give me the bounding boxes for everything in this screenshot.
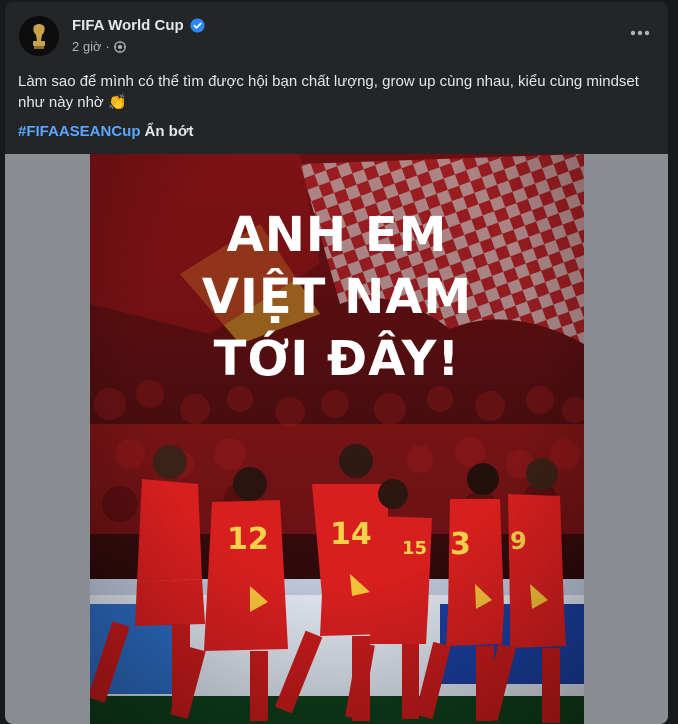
- post-meta: 2 giờ ·: [72, 39, 126, 54]
- post-caption: Làm sao để mình có thể tìm được hội bạn …: [18, 71, 648, 113]
- post-card: FIFA World Cup 2 giờ · Làm sao để mình c…: [5, 2, 668, 724]
- verified-badge-icon: [190, 18, 205, 33]
- hashtag-line: #FIFAASEANCup Ẩn bớt: [18, 121, 194, 142]
- post-header: FIFA World Cup 2 giờ ·: [5, 2, 668, 68]
- author-name[interactable]: FIFA World Cup: [72, 17, 184, 34]
- headline-line-1: ANH EM: [226, 207, 448, 263]
- post-time[interactable]: 2 giờ: [72, 39, 102, 54]
- hashtag-link[interactable]: #FIFAASEANCup: [18, 123, 141, 140]
- post-media[interactable]: 12 14 15 3 9 ANH EM VIỆT NAM TỚI ĐÂY!: [5, 154, 668, 724]
- headline-line-2: VIỆT NAM: [201, 269, 473, 325]
- post-photo[interactable]: 12 14 15 3 9 ANH EM VIỆT NAM TỚI ĐÂY!: [90, 154, 584, 724]
- see-less-button[interactable]: Ẩn bớt: [145, 123, 194, 140]
- more-options-button[interactable]: [626, 23, 654, 43]
- image-headline: ANH EM VIỆT NAM TỚI ĐÂY!: [90, 204, 584, 390]
- clapping-hands-emoji: 👏: [107, 94, 127, 111]
- globe-icon: [114, 40, 126, 53]
- more-dots-icon: [630, 30, 650, 36]
- meta-separator: ·: [105, 39, 110, 54]
- fifa-trophy-logo: [19, 16, 59, 56]
- headline-line-3: TỚI ĐÂY!: [213, 331, 461, 387]
- avatar[interactable]: [19, 16, 59, 56]
